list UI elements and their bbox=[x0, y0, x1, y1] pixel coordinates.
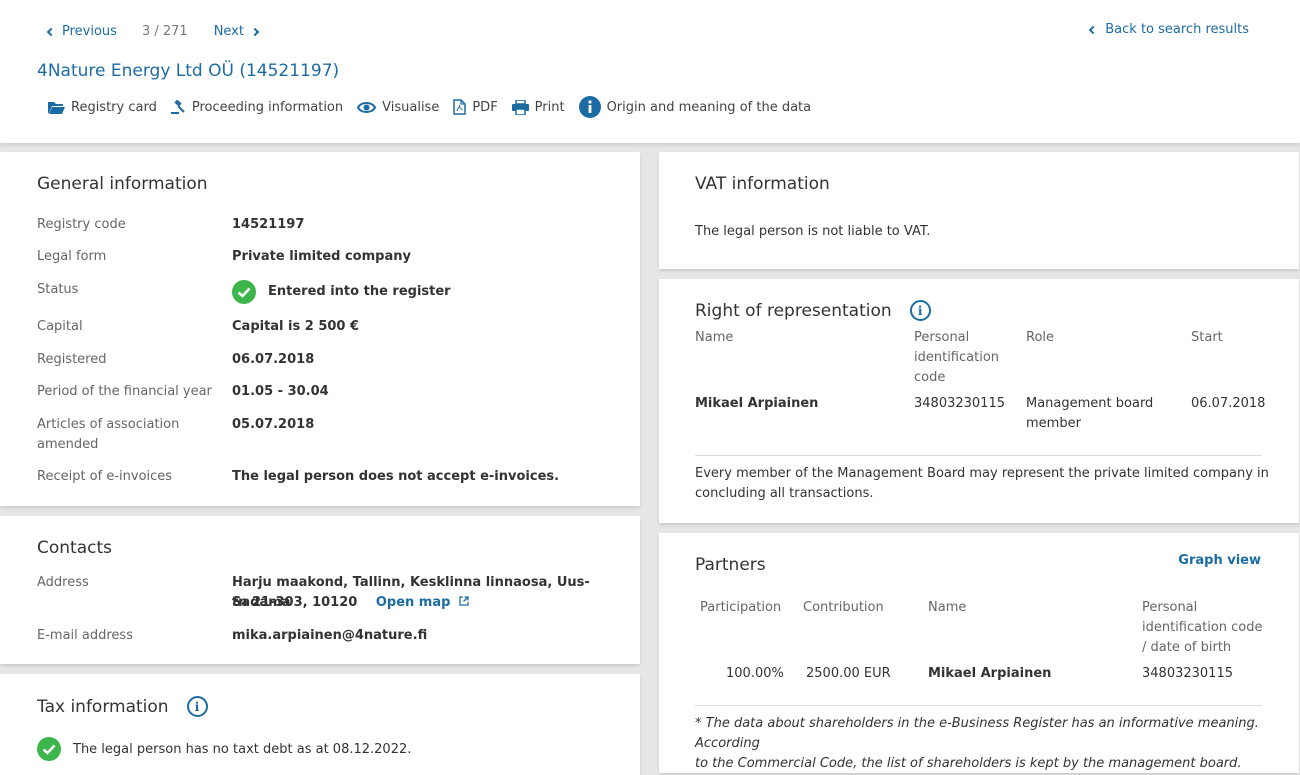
divider bbox=[695, 705, 1262, 706]
action-toolbar: Registry card Proceeding information Vis… bbox=[48, 96, 825, 118]
check-icon bbox=[37, 737, 61, 761]
divider bbox=[695, 455, 1262, 456]
row-label: Registry code bbox=[37, 217, 126, 232]
pdf-button[interactable]: PDF bbox=[453, 99, 498, 115]
representative-role: Management board member bbox=[1026, 396, 1154, 431]
column-header: Personal identification code bbox=[914, 330, 1000, 385]
print-icon bbox=[511, 99, 529, 115]
info-icon bbox=[578, 96, 601, 118]
vat-text: The legal person is not liable to VAT. bbox=[695, 224, 931, 239]
header: Previous 3 / 271 Next Back to search res… bbox=[0, 0, 1300, 143]
partner-participation: 100.00% bbox=[726, 666, 784, 681]
page-title: 4Nature Energy Ltd OÜ (14521197) bbox=[37, 61, 340, 81]
column-header: Participation bbox=[700, 600, 782, 615]
row-label: Capital bbox=[37, 319, 83, 334]
origin-of-data-button[interactable]: Origin and meaning of the data bbox=[578, 96, 811, 118]
capital-value: Capital is 2 500 € bbox=[232, 319, 360, 334]
section-title: Contacts bbox=[37, 538, 112, 558]
pdf-icon bbox=[453, 99, 467, 115]
email-label: E-mail address bbox=[37, 628, 133, 643]
address-label: Address bbox=[37, 575, 89, 590]
external-link-icon bbox=[459, 596, 469, 606]
e-invoices-value: The legal person does not accept e-invoi… bbox=[232, 469, 560, 484]
representative-start: 06.07.2018 bbox=[1191, 396, 1266, 411]
eye-icon bbox=[357, 101, 377, 113]
chevron-left-icon bbox=[1089, 25, 1098, 34]
partners-card: Partners Graph view Participation Contri… bbox=[659, 533, 1299, 773]
column-header: Name bbox=[928, 600, 967, 615]
row-label: Registered bbox=[37, 352, 107, 367]
partner-contribution: 2500.00 EUR bbox=[806, 666, 891, 681]
tax-status: The legal person has no taxt debt as at … bbox=[37, 737, 411, 761]
folder-icon bbox=[48, 102, 65, 114]
partner-code: 34803230115 bbox=[1142, 666, 1233, 681]
column-header: Role bbox=[1026, 330, 1055, 345]
section-title: VAT information bbox=[695, 174, 830, 194]
print-button[interactable]: Print bbox=[511, 99, 565, 115]
legal-form-value: Private limited company bbox=[232, 249, 411, 264]
articles-amended-value: 05.07.2018 bbox=[232, 417, 315, 432]
previous-link[interactable]: Previous bbox=[46, 24, 117, 39]
column-header: Personal identification code / date of b… bbox=[1142, 600, 1263, 655]
column-header: Contribution bbox=[803, 600, 884, 615]
row-label: Receipt of e-invoices bbox=[37, 469, 173, 484]
open-map-link[interactable]: Open map bbox=[376, 595, 469, 610]
status-value: Entered into the register bbox=[232, 280, 451, 304]
registry-card-button[interactable]: Registry card bbox=[48, 100, 157, 115]
representative-name: Mikael Arpiainen bbox=[695, 396, 819, 411]
registered-value: 06.07.2018 bbox=[232, 352, 315, 367]
representation-card: Right of representation i Name Personal … bbox=[659, 279, 1299, 523]
section-title: General information bbox=[37, 174, 208, 194]
vat-information-card: VAT information The legal person is not … bbox=[659, 152, 1299, 269]
proceeding-information-button[interactable]: Proceeding information bbox=[170, 99, 343, 115]
general-information-card: General information Registry code 145211… bbox=[0, 152, 640, 506]
visualise-button[interactable]: Visualise bbox=[357, 100, 439, 115]
row-label: Status bbox=[37, 282, 79, 297]
section-title: Tax information i bbox=[37, 696, 208, 717]
row-label: Period of the financial year bbox=[37, 384, 212, 399]
section-title: Partners bbox=[695, 555, 766, 575]
info-icon[interactable]: i bbox=[909, 300, 931, 321]
back-to-search-link[interactable]: Back to search results bbox=[1089, 22, 1249, 37]
registry-code-value: 14521197 bbox=[232, 217, 305, 232]
address-line-2: tn 21-303, 10120 Open map bbox=[232, 593, 469, 613]
check-icon bbox=[232, 280, 256, 304]
column-header: Name bbox=[695, 330, 734, 345]
section-title: Right of representation i bbox=[695, 300, 931, 321]
tax-information-card: Tax information i The legal person has n… bbox=[0, 674, 640, 775]
chevron-right-icon bbox=[250, 27, 260, 36]
contacts-card: Contacts Address Harju maakond, Tallinn,… bbox=[0, 516, 640, 664]
result-counter: 3 / 271 bbox=[141, 24, 188, 39]
chevron-left-icon bbox=[46, 27, 56, 36]
representation-note: Every member of the Management Board may… bbox=[695, 466, 1269, 501]
gavel-icon bbox=[170, 99, 185, 114]
next-link[interactable]: Next bbox=[214, 24, 260, 39]
representative-code: 34803230115 bbox=[914, 396, 1005, 411]
graph-view-link[interactable]: Graph view bbox=[1178, 553, 1261, 568]
row-label: Legal form bbox=[37, 249, 107, 264]
partners-note: * The data about shareholders in the e-B… bbox=[695, 716, 1259, 771]
email-value: mika.arpiainen@4nature.fi bbox=[232, 628, 428, 643]
financial-year-value: 01.05 - 30.04 bbox=[232, 384, 329, 399]
column-header: Start bbox=[1191, 330, 1223, 345]
pagination: Previous 3 / 271 Next bbox=[46, 24, 260, 39]
row-label: Articles of association amended bbox=[37, 417, 180, 452]
info-icon[interactable]: i bbox=[186, 696, 208, 717]
partner-name: Mikael Arpiainen bbox=[928, 666, 1052, 681]
